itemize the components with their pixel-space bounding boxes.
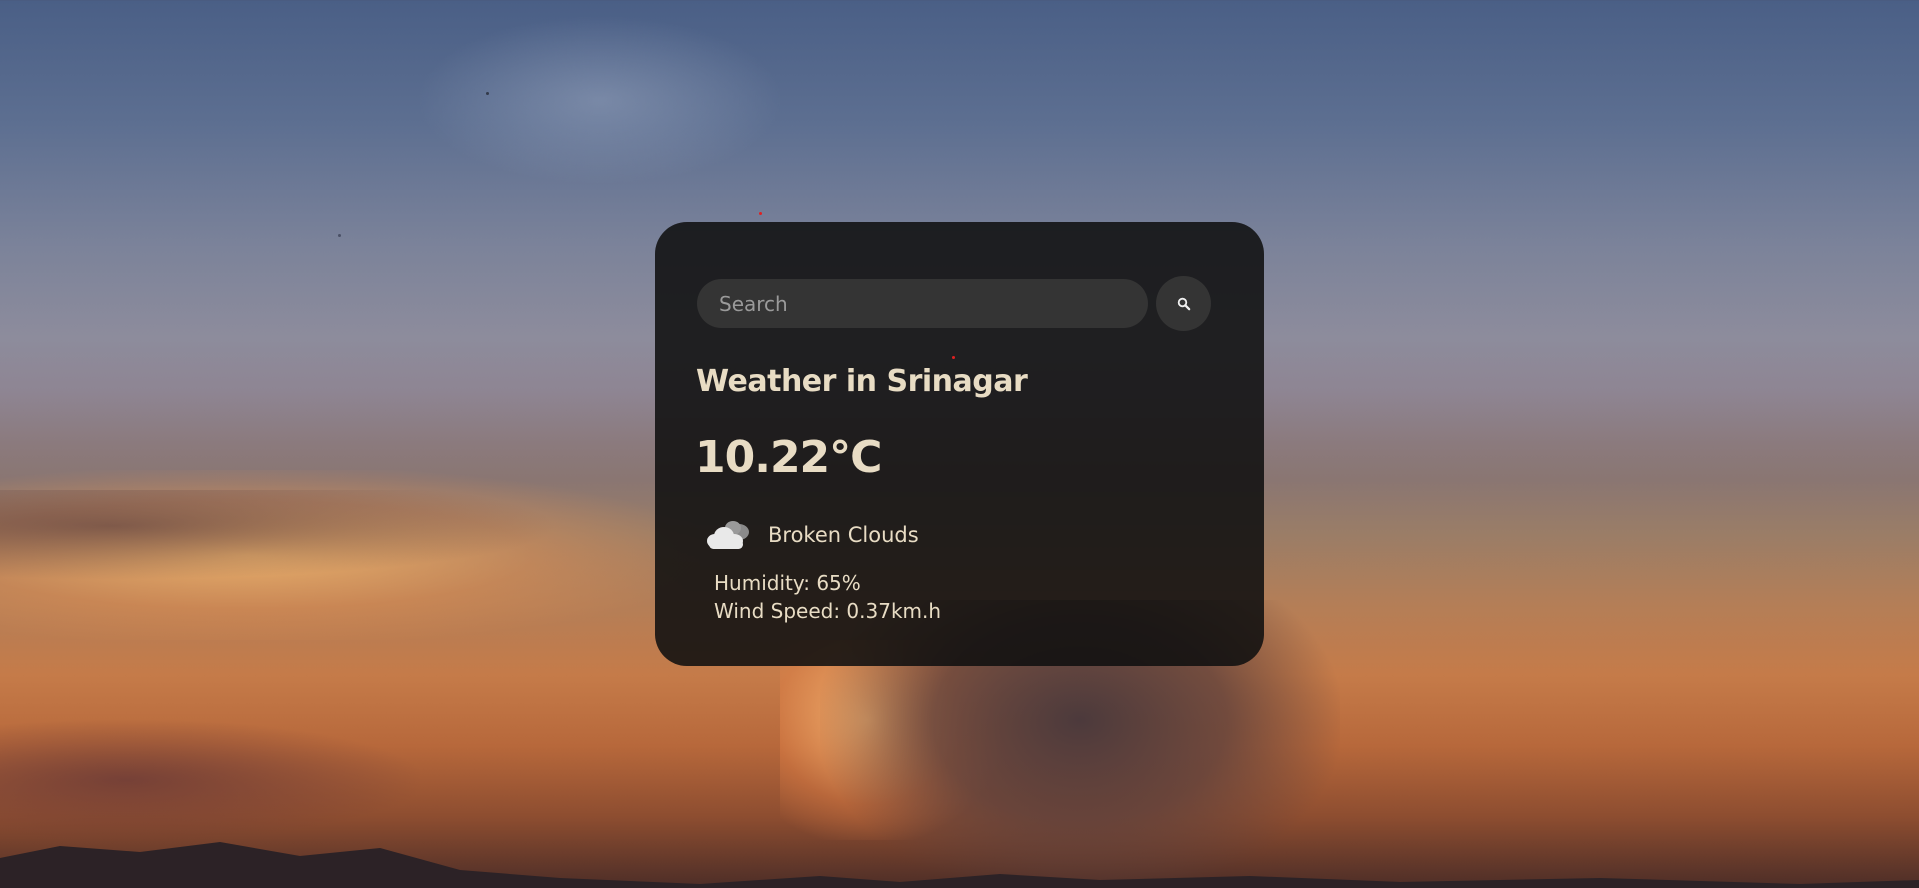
wind-speed-label: Wind Speed: 0.37km.h <box>714 599 942 623</box>
condition-label: Broken Clouds <box>768 523 919 547</box>
search-bar <box>697 276 1211 331</box>
city-title: Weather in Srinagar <box>696 364 1028 399</box>
background-speck <box>759 212 762 215</box>
broken-clouds-icon <box>707 521 749 549</box>
background-cloud-rim <box>780 640 1000 840</box>
search-input[interactable] <box>697 279 1148 328</box>
search-button[interactable] <box>1156 276 1211 331</box>
temperature: 10.22°C <box>695 432 882 483</box>
background-sunset-glow <box>0 470 700 640</box>
background-mountains <box>0 842 1919 888</box>
background-speck <box>952 356 955 359</box>
background-speck <box>338 234 341 237</box>
weather-details: Humidity: 65% Wind Speed: 0.37km.h <box>714 569 941 625</box>
search-icon <box>1177 297 1190 310</box>
weather-card: Weather in Srinagar 10.22°C Broken Cloud… <box>655 222 1264 666</box>
background-low-cloud <box>0 720 420 840</box>
background-speck <box>486 92 489 95</box>
background-cloud-band <box>0 490 560 580</box>
weather-condition: Broken Clouds <box>705 516 919 554</box>
humidity-label: Humidity: 65% <box>714 571 861 595</box>
